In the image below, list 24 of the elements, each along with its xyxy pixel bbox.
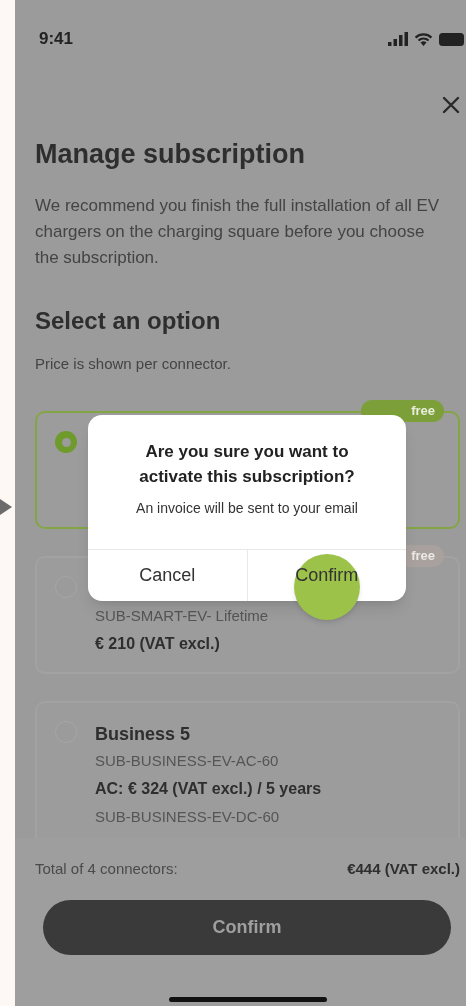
description: We recommend you finish the full installation of all EV chargers on the charging square before you choose the subscription. [35,195,441,269]
pointer-arrow-icon [0,499,12,515]
dialog-cancel-button[interactable]: Cancel [131,558,204,593]
option-code: SUB-BUSINESS-EV-AC-60 [95,751,280,771]
wifi-icon [414,32,433,46]
option-title: Business 5 [95,723,192,746]
dialog-message: An invoice will be sent to your email [136,499,358,518]
price-note: Price is shown per connector. [35,354,232,374]
option-card[interactable]: Business 5 SUB-BUSINESS-EV-AC-60 AC: € 324 (VAT excl.) / 5 years SUB-BUSINESS-EV-DC-60 [35,701,460,838]
page-title: Manage subscription [35,138,307,171]
radio-button[interactable] [55,431,77,453]
total-label: Total of 4 connectors: [35,859,178,879]
confirm-button[interactable]: Confirm [43,899,451,955]
total-value: €444 (VAT excl.) [347,859,460,879]
option-price: € 210 (VAT excl.) [95,634,221,654]
option-price: AC: € 324 (VAT excl.) / 5 years [95,779,322,799]
close-icon[interactable] [442,96,460,114]
option-code: SUB-SMART-EV- Lifetime [95,606,269,626]
section-title: Select an option [35,306,222,336]
option-code: SUB-BUSINESS-EV-DC-60 [95,807,281,827]
status-time: 9:41 [39,28,74,51]
signal-icon [388,32,408,46]
battery-icon [439,32,464,46]
dialog-title: Are you sure you want to activate this subscription? [138,441,356,488]
